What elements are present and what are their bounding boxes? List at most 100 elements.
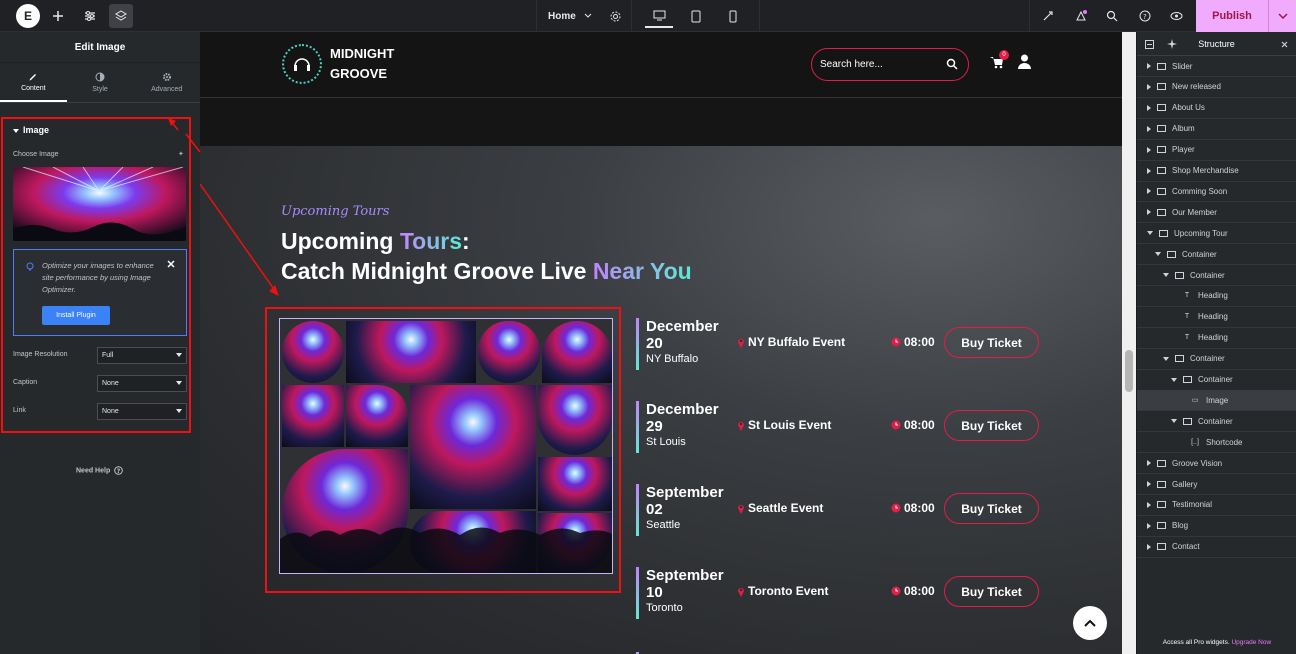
elementor-logo[interactable]: E bbox=[16, 4, 40, 28]
buy-ticket-button[interactable]: Buy Ticket bbox=[944, 327, 1039, 358]
structure-item[interactable]: Upcoming Tour bbox=[1137, 223, 1296, 245]
close-icon[interactable] bbox=[1281, 41, 1288, 48]
event-month: December bbox=[646, 318, 719, 335]
structure-item[interactable]: Gallery bbox=[1137, 474, 1296, 495]
need-help-label: Need Help bbox=[76, 467, 111, 475]
caret-down-icon[interactable] bbox=[1147, 231, 1153, 236]
structure-item[interactable]: T Heading bbox=[1137, 328, 1296, 349]
structure-item[interactable]: Container bbox=[1137, 265, 1296, 286]
search-icon[interactable] bbox=[946, 58, 958, 70]
publish-button[interactable]: Publish bbox=[1196, 0, 1268, 32]
structure-item[interactable]: Testimonial bbox=[1137, 495, 1296, 516]
structure-item[interactable]: Shop Merchandise bbox=[1137, 161, 1296, 182]
upgrade-now-link[interactable]: Upgrade Now bbox=[1231, 639, 1271, 646]
site-settings-icon[interactable] bbox=[78, 4, 102, 28]
structure-item-label: Upcoming Tour bbox=[1174, 228, 1228, 238]
caret-right-icon[interactable] bbox=[1147, 188, 1151, 195]
search-icon[interactable] bbox=[1100, 4, 1124, 28]
caret-right-icon[interactable] bbox=[1147, 83, 1151, 90]
caret-right-icon[interactable] bbox=[1147, 209, 1151, 216]
buy-ticket-button[interactable]: Buy Ticket bbox=[944, 410, 1039, 441]
section-toggle-image[interactable]: Image bbox=[13, 125, 49, 135]
tab-style[interactable]: Style bbox=[67, 63, 134, 102]
heading-part: : bbox=[462, 228, 470, 254]
structure-item[interactable]: Comming Soon bbox=[1137, 181, 1296, 203]
publish-options-chevron-icon[interactable] bbox=[1268, 0, 1296, 32]
help-icon[interactable]: ? bbox=[1133, 4, 1157, 28]
caret-right-icon[interactable] bbox=[1147, 501, 1151, 508]
caret-right-icon[interactable] bbox=[1147, 146, 1151, 153]
caret-right-icon[interactable] bbox=[1147, 63, 1151, 69]
image-resolution-select[interactable]: Full bbox=[97, 347, 187, 364]
container-icon bbox=[1157, 125, 1166, 133]
responsive-mode-switcher bbox=[632, 0, 760, 32]
structure-item[interactable]: Groove Vision bbox=[1137, 453, 1296, 475]
event-date: September 02 bbox=[646, 484, 724, 518]
link-select[interactable]: None bbox=[97, 403, 187, 420]
caret-down-icon[interactable] bbox=[1155, 252, 1161, 257]
need-help-link[interactable]: Need Help ? bbox=[76, 466, 123, 475]
tablet-icon[interactable] bbox=[682, 4, 710, 28]
page-select-dropdown[interactable]: Home bbox=[536, 0, 632, 32]
user-icon[interactable] bbox=[1018, 54, 1031, 69]
structure-item[interactable]: [..] Shortcode bbox=[1137, 432, 1296, 454]
caption-select[interactable]: None bbox=[97, 375, 187, 392]
event-day: 20 bbox=[646, 335, 663, 352]
structure-item[interactable]: Container bbox=[1137, 349, 1296, 370]
structure-layers-icon[interactable] bbox=[109, 4, 133, 28]
structure-item[interactable]: New released bbox=[1137, 77, 1296, 98]
structure-item[interactable]: T Heading bbox=[1137, 286, 1296, 307]
tab-advanced[interactable]: Advanced bbox=[133, 63, 200, 102]
choose-image-label: Choose Image bbox=[13, 151, 59, 158]
caret-down-icon[interactable] bbox=[1171, 377, 1177, 382]
caret-right-icon[interactable] bbox=[1147, 125, 1151, 132]
structure-item[interactable]: Container bbox=[1137, 244, 1296, 266]
page-settings-gear-icon[interactable] bbox=[610, 11, 621, 22]
structure-item[interactable]: T Heading bbox=[1137, 307, 1296, 328]
rocket-icon[interactable] bbox=[1036, 4, 1060, 28]
structure-item[interactable]: Blog bbox=[1137, 516, 1296, 537]
preview-eye-icon[interactable] bbox=[1164, 4, 1188, 28]
structure-item[interactable]: Album bbox=[1137, 119, 1296, 140]
structure-item[interactable]: Container bbox=[1137, 411, 1296, 433]
structure-item[interactable]: Our Member bbox=[1137, 202, 1296, 224]
caret-down-icon[interactable] bbox=[1171, 419, 1177, 424]
crowd-silhouette bbox=[280, 527, 612, 573]
caret-right-icon[interactable] bbox=[1147, 460, 1151, 467]
structure-item[interactable]: ▭ Image bbox=[1137, 390, 1296, 412]
caret-right-icon[interactable] bbox=[1147, 543, 1151, 550]
image-preview[interactable] bbox=[13, 167, 186, 241]
install-plugin-button[interactable]: Install Plugin bbox=[42, 306, 110, 325]
caret-right-icon[interactable] bbox=[1147, 522, 1151, 529]
structure-item[interactable]: Slider bbox=[1137, 56, 1296, 77]
caret-down-icon[interactable] bbox=[1163, 273, 1169, 277]
caret-down-icon[interactable] bbox=[1163, 356, 1169, 361]
structure-item[interactable]: Container bbox=[1137, 370, 1296, 391]
buy-ticket-button[interactable]: Buy Ticket bbox=[944, 493, 1039, 524]
scrollbar-thumb[interactable] bbox=[1125, 350, 1133, 392]
site-search-input[interactable]: Search here... bbox=[811, 48, 969, 81]
event-time: 08:00 bbox=[891, 335, 935, 349]
canvas-scrollbar[interactable] bbox=[1122, 32, 1136, 654]
close-icon[interactable] bbox=[167, 260, 175, 268]
mobile-icon[interactable] bbox=[719, 4, 747, 28]
add-element-icon[interactable] bbox=[46, 4, 70, 28]
event-time: 08:00 bbox=[891, 418, 935, 432]
desktop-icon[interactable] bbox=[645, 4, 673, 28]
notifications-icon[interactable] bbox=[1069, 4, 1093, 28]
caret-right-icon[interactable] bbox=[1147, 481, 1151, 487]
caret-right-icon[interactable] bbox=[1147, 167, 1151, 174]
tab-content[interactable]: Content bbox=[0, 63, 67, 102]
structure-item-label: Container bbox=[1190, 354, 1225, 364]
caret-down-icon bbox=[13, 128, 19, 133]
structure-item[interactable]: Player bbox=[1137, 140, 1296, 161]
structure-item[interactable]: About Us bbox=[1137, 98, 1296, 119]
collapse-all-icon[interactable] bbox=[1145, 40, 1154, 49]
event-date: December 29 bbox=[646, 401, 719, 435]
structure-item[interactable]: Contact bbox=[1137, 537, 1296, 558]
ai-sparkle-icon[interactable] bbox=[1167, 39, 1177, 49]
tour-image-collage[interactable] bbox=[279, 318, 613, 574]
scroll-to-top-button[interactable] bbox=[1073, 606, 1107, 640]
caret-right-icon[interactable] bbox=[1147, 104, 1151, 111]
buy-ticket-button[interactable]: Buy Ticket bbox=[944, 576, 1039, 607]
